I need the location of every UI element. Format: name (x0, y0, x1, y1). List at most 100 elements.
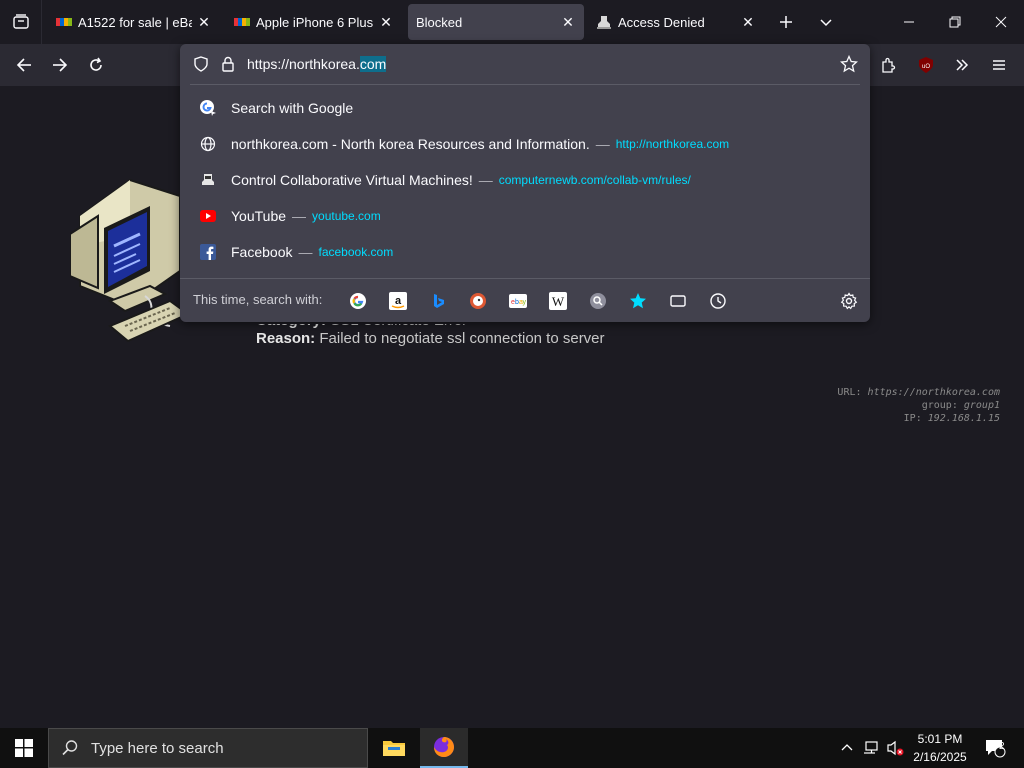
close-tab-icon[interactable]: ✕ (556, 10, 580, 34)
close-tab-icon[interactable]: ✕ (736, 10, 760, 34)
show-hidden-icons-button[interactable] (836, 728, 858, 768)
url-input[interactable]: https://northkorea.com (247, 56, 387, 72)
firefox-taskbar-button[interactable] (420, 728, 468, 768)
svg-text:uO: uO (922, 64, 930, 70)
suggestion-search-google[interactable]: Search with Google (180, 90, 870, 126)
tabs-icon[interactable] (665, 288, 691, 314)
start-button[interactable] (0, 728, 48, 768)
ebay-icon (234, 18, 250, 26)
volume-muted-icon (887, 740, 904, 756)
taskbar-search-placeholder: Type here to search (91, 739, 224, 757)
meta-url-value: https://northkorea.com (867, 387, 1000, 398)
close-tab-icon[interactable]: ✕ (374, 10, 398, 34)
youtube-icon (198, 206, 218, 226)
ebay-icon[interactable]: ebay (505, 288, 531, 314)
close-window-button[interactable] (978, 0, 1024, 44)
google-icon[interactable] (345, 288, 371, 314)
tab-overflow-button[interactable] (812, 8, 840, 36)
reason-label: Reason: (256, 330, 316, 347)
suggestion-youtube[interactable]: YouTube — youtube.com (180, 198, 870, 234)
suggestion-facebook[interactable]: Facebook — facebook.com (180, 234, 870, 270)
close-icon (995, 16, 1007, 28)
google-search-icon (198, 98, 218, 118)
volume-button[interactable] (884, 728, 906, 768)
arrow-left-icon (16, 58, 31, 72)
bing-icon[interactable] (425, 288, 451, 314)
duckduckgo-icon[interactable] (465, 288, 491, 314)
suggestion-separator: — (595, 136, 610, 152)
windows-taskbar: Type here to search 5:01 PM 2/16/2025 2 (0, 728, 1024, 768)
shield-icon[interactable] (193, 56, 209, 72)
tab-access-denied[interactable]: Access Denied ✕ (588, 4, 764, 40)
arrow-right-icon (53, 58, 68, 72)
star-icon[interactable] (840, 55, 858, 73)
facebook-icon (198, 242, 218, 262)
extensions-button[interactable] (872, 49, 904, 81)
taskbar-clock[interactable]: 5:01 PM 2/16/2025 (905, 730, 975, 766)
lock-icon[interactable] (221, 56, 235, 72)
history-icon[interactable] (705, 288, 731, 314)
meta-group-value: group1 (963, 400, 1000, 411)
meta-url-label: URL: (837, 387, 862, 398)
minimize-icon (904, 21, 914, 23)
tab-label: A1522 for sale | eBay (78, 14, 192, 30)
suggestion-title: Control Collaborative Virtual Machines! (231, 172, 473, 188)
tab-ebay-iphone[interactable]: Apple iPhone 6 Plus 4G ✕ (222, 4, 402, 40)
suggestion-northkorea[interactable]: northkorea.com - North korea Resources a… (180, 126, 870, 162)
svg-text:y: y (523, 299, 527, 306)
stamp-icon (597, 16, 611, 29)
meta-group-line: group: group1 (837, 399, 1000, 412)
file-explorer-button[interactable] (370, 728, 418, 768)
suggestion-collabvm[interactable]: Control Collaborative Virtual Machines! … (180, 162, 870, 198)
wikipedia-icon[interactable]: W (545, 288, 571, 314)
tab-label: Apple iPhone 6 Plus 4G (256, 14, 374, 30)
overflow-menu-button[interactable] (946, 49, 978, 81)
network-icon (864, 741, 878, 754)
firefox-icon (434, 737, 454, 757)
ublock-icon: uO (919, 57, 933, 73)
app-menu-button[interactable] (983, 49, 1015, 81)
forward-button[interactable] (44, 49, 76, 81)
amazon-icon[interactable]: a (385, 288, 411, 314)
reason-line: Reason: Failed to negotiate ssl connecti… (256, 330, 605, 347)
svg-text:a: a (395, 295, 402, 307)
minimize-button[interactable] (886, 0, 932, 44)
url-selected-text: com (359, 56, 387, 72)
suggestion-separator: — (298, 244, 313, 260)
collabvm-icon (198, 170, 218, 190)
suggestion-url: computernewb.com/collab-vm/rules/ (498, 173, 691, 187)
reason-value: Failed to negotiate ssl connection to se… (319, 330, 605, 347)
suggestion-url: youtube.com (312, 209, 381, 223)
tab-list-icon (12, 14, 29, 29)
tab-ebay-a1522[interactable]: A1522 for sale | eBay ✕ (44, 4, 220, 40)
ublock-origin-button[interactable]: uO (910, 49, 942, 81)
meta-url-line: URL: https://northkorea.com (837, 386, 1000, 399)
suggestion-separator: — (292, 208, 307, 224)
suggestion-title: YouTube (231, 208, 287, 224)
network-button[interactable] (860, 728, 882, 768)
chevron-up-icon (841, 744, 853, 751)
search-engine-icon[interactable] (585, 288, 611, 314)
search-settings-button[interactable] (836, 288, 862, 314)
globe-icon (198, 134, 218, 154)
computer-illustration (70, 178, 190, 343)
bookmarks-icon[interactable] (625, 288, 651, 314)
svg-text:W: W (552, 294, 565, 309)
block-details: URL: https://northkorea.com group: group… (837, 386, 1000, 425)
restore-icon (949, 16, 961, 28)
url-input-row[interactable]: https://northkorea.com (180, 44, 870, 84)
restore-button[interactable] (932, 0, 978, 44)
puzzle-icon (882, 57, 896, 73)
windows-logo-icon (15, 739, 33, 757)
close-tab-icon[interactable]: ✕ (192, 10, 216, 34)
url-text: https://northkorea. (247, 56, 360, 72)
taskbar-search-box[interactable]: Type here to search (48, 728, 368, 768)
list-all-tabs-button[interactable] (0, 0, 42, 44)
back-button[interactable] (8, 49, 40, 81)
tab-label: Access Denied (618, 14, 705, 30)
reload-button[interactable] (80, 49, 112, 81)
new-tab-button[interactable] (772, 8, 800, 36)
notifications-button[interactable]: 2 (978, 728, 1012, 768)
reload-icon (90, 57, 102, 71)
tab-blocked[interactable]: Blocked ✕ (408, 4, 584, 40)
